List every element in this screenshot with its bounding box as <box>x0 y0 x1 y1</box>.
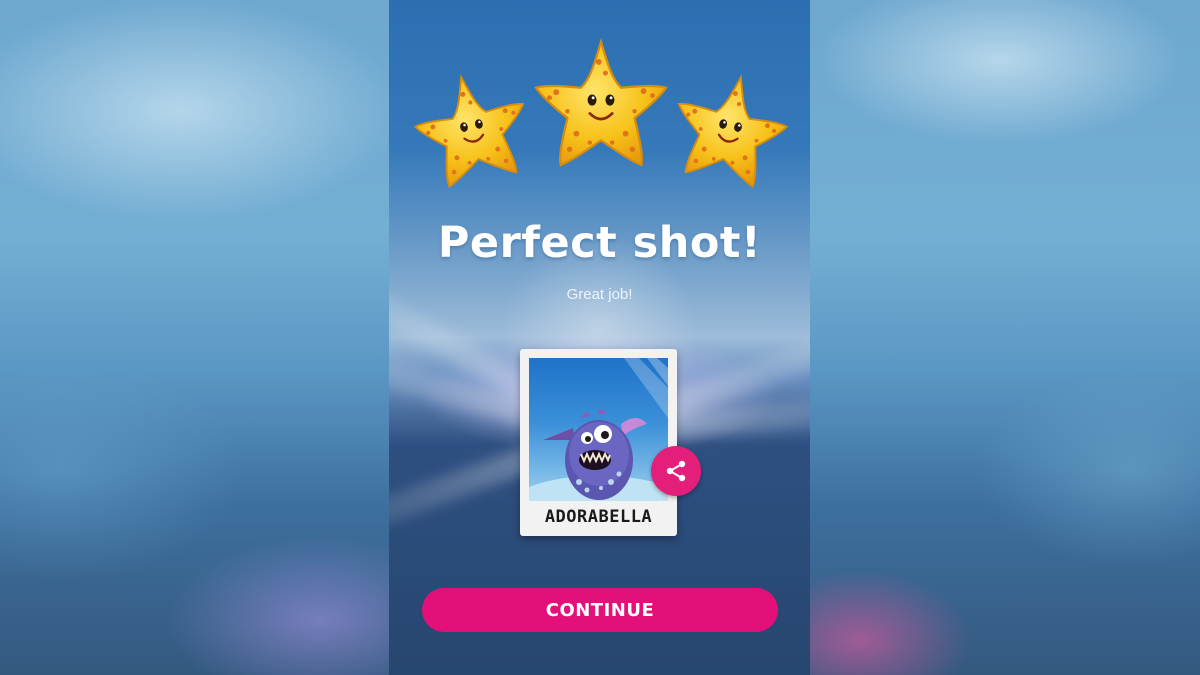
continue-button[interactable]: CONTINUE <box>422 588 778 632</box>
game-screen: Perfect shot! Great job! ADORABELLA CONT… <box>0 0 1200 675</box>
star-1-icon <box>406 64 538 193</box>
star-2-icon <box>534 40 668 167</box>
creature-name: ADORABELLA <box>544 507 653 527</box>
result-title: Perfect shot! <box>437 218 762 268</box>
share-button[interactable] <box>651 446 701 496</box>
share-icon <box>666 460 686 482</box>
creature-photo <box>529 358 668 501</box>
result-subtitle: Great job! <box>566 286 633 303</box>
result-panel: Perfect shot! Great job! ADORABELLA CONT… <box>389 0 810 675</box>
creature-photo-card[interactable]: ADORABELLA <box>520 349 677 536</box>
monster-image <box>529 358 668 501</box>
star-3-icon <box>664 64 796 193</box>
star-rating <box>406 40 796 193</box>
